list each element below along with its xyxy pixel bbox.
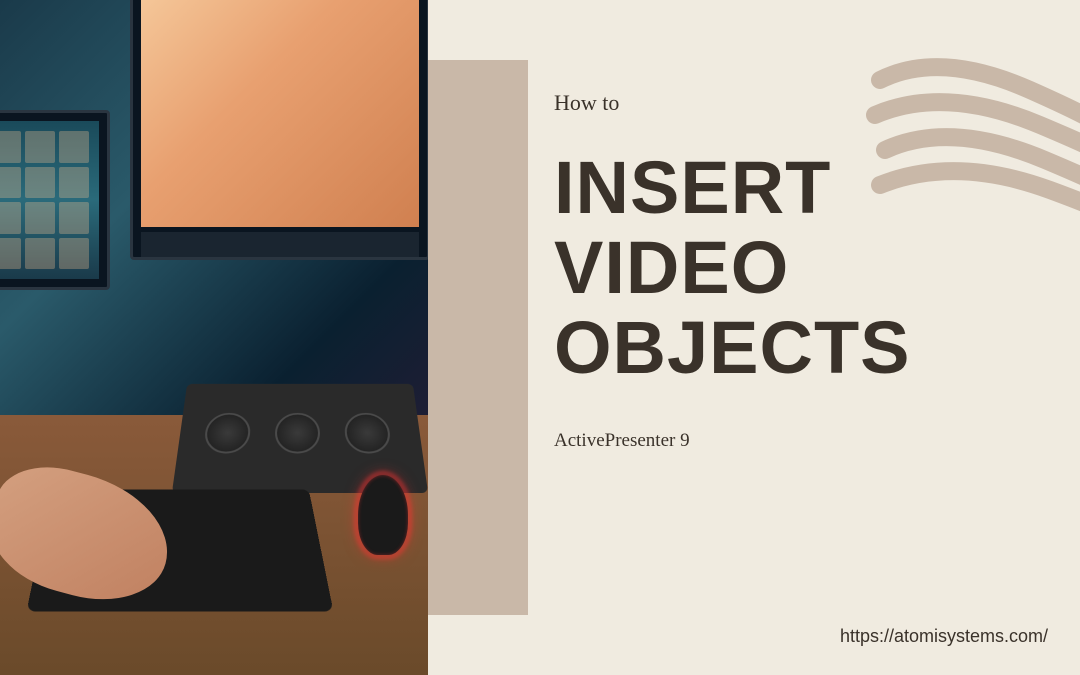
text-content: How to INSERT VIDEO OBJECTS ActivePresen…: [554, 90, 1014, 452]
right-monitor: [130, 0, 428, 260]
left-monitor: [0, 110, 110, 290]
pretitle-text: How to: [554, 90, 1014, 116]
website-url: https://atomisystems.com/: [840, 626, 1048, 647]
title-line-2: VIDEO: [554, 228, 1014, 308]
subtitle-text: ActivePresenter 9: [554, 430, 1014, 452]
main-title: INSERT VIDEO OBJECTS: [554, 148, 1014, 388]
title-line-3: OBJECTS: [554, 308, 1014, 388]
title-line-1: INSERT: [554, 148, 1014, 228]
hero-image: [0, 0, 428, 675]
gaming-mouse: [358, 475, 408, 555]
accent-vertical-bar: [428, 60, 528, 615]
